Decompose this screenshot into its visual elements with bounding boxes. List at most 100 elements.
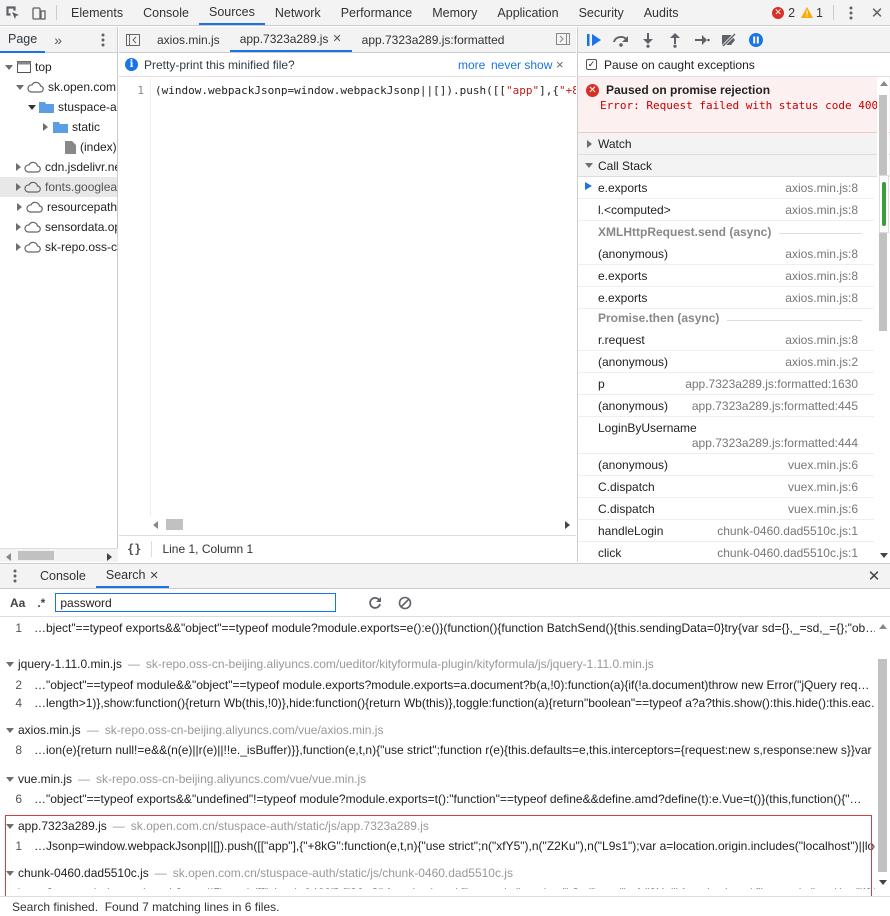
- infobar-never-show-link[interactable]: never show: [491, 58, 552, 72]
- pause-on-caught-checkbox[interactable]: ✓ Pause on caught exceptions: [578, 53, 890, 77]
- call-frame[interactable]: click chunk-0460.dad5510c.js:1: [578, 542, 874, 564]
- call-frame[interactable]: handleLogin chunk-0460.dad5510c.js:1: [578, 520, 874, 542]
- result-line[interactable]: 4 …length>1)},show:function(){return Wb(t…: [0, 693, 875, 712]
- chevron-right-icon[interactable]: [16, 162, 21, 172]
- watch-section-header[interactable]: Watch: [578, 133, 890, 155]
- tab-search[interactable]: Search ✕: [95, 564, 169, 588]
- chevron-right-icon[interactable]: [16, 202, 23, 212]
- deactivate-breakpoints-icon[interactable]: [719, 30, 739, 50]
- call-frame[interactable]: p app.7323a289.js:formatted:1630: [578, 373, 874, 395]
- tab-page[interactable]: Page: [0, 27, 46, 53]
- navigator-menu-icon[interactable]: [101, 33, 105, 47]
- debugger-vertical-scrollbar[interactable]: [877, 77, 889, 562]
- search-input[interactable]: [55, 593, 337, 612]
- infobar-more-link[interactable]: more: [458, 58, 485, 72]
- chevron-right-icon[interactable]: [16, 242, 21, 252]
- navigator-horizontal-scrollbar[interactable]: [0, 548, 118, 562]
- editor-horizontal-scrollbar[interactable]: [149, 517, 576, 533]
- step-over-icon[interactable]: [611, 30, 631, 50]
- close-tab-icon[interactable]: ✕: [149, 569, 158, 582]
- result-line[interactable]: 6 …"object"==typeof exports&&"undefined"!…: [0, 789, 875, 808]
- inspect-element-icon[interactable]: [0, 0, 26, 25]
- results-vertical-scrollbar[interactable]: [876, 618, 889, 889]
- checkbox-icon[interactable]: ✓: [586, 59, 597, 70]
- result-file-header[interactable]: vue.min.js — sk-repo.oss-cn-beijing.aliyun…: [0, 770, 875, 788]
- frame-location[interactable]: chunk-0460.dad5510c.js:1: [717, 524, 874, 538]
- frame-location[interactable]: axios.min.js:8: [785, 247, 874, 261]
- close-drawer-icon[interactable]: ✕: [858, 564, 890, 588]
- toggle-navigator-icon[interactable]: [119, 27, 147, 52]
- call-frame[interactable]: (anonymous) vuex.min.js:6: [578, 454, 874, 476]
- editor-tab[interactable]: app.7323a289.js:formatted: [352, 27, 515, 52]
- clear-icon[interactable]: [398, 596, 412, 610]
- chevron-right-icon[interactable]: [40, 122, 50, 132]
- tree-item[interactable]: (index): [0, 137, 117, 157]
- tree-item[interactable]: resourcepath: [0, 197, 117, 217]
- drawer-menu-icon[interactable]: [0, 564, 30, 588]
- call-frame[interactable]: l.<computed> axios.min.js:8: [578, 199, 874, 221]
- more-tabs-icon[interactable]: »: [54, 32, 62, 48]
- tree-item[interactable]: cdn.jsdelivr.net: [0, 157, 117, 177]
- step-out-icon[interactable]: [665, 30, 685, 50]
- result-line[interactable]: 8 …ion(e){return null!=e&&(n(e)||r(e)||!!…: [0, 740, 875, 759]
- call-frame[interactable]: C.dispatch vuex.min.js:6: [578, 498, 874, 520]
- pretty-print-button[interactable]: {}: [127, 542, 141, 556]
- tab-network[interactable]: Network: [265, 0, 331, 25]
- close-devtools-icon[interactable]: ✕: [864, 0, 890, 25]
- resume-icon[interactable]: [584, 30, 604, 50]
- frame-location[interactable]: axios.min.js:8: [785, 181, 874, 195]
- tab-console[interactable]: Console: [133, 0, 199, 25]
- call-frame[interactable]: r.request axios.min.js:8: [578, 329, 874, 351]
- call-frame[interactable]: e.exports axios.min.js:8: [578, 287, 874, 309]
- tree-item[interactable]: stuspace-auth: [0, 97, 117, 117]
- call-frame[interactable]: LoginByUsername app.7323a289.js:formatted…: [578, 417, 874, 454]
- frame-location[interactable]: chunk-0460.dad5510c.js:1: [717, 546, 874, 560]
- call-frame[interactable]: (anonymous) axios.min.js:2: [578, 351, 874, 373]
- regex-toggle[interactable]: .*: [37, 596, 45, 610]
- tree-item[interactable]: sk-repo.oss-cn-beijing: [0, 237, 117, 257]
- step-icon[interactable]: [692, 30, 712, 50]
- call-frame[interactable]: e.exports axios.min.js:8: [578, 265, 874, 287]
- tree-item[interactable]: sk.open.com.cn: [0, 77, 117, 97]
- frame-location[interactable]: app.7323a289.js:formatted:1630: [685, 377, 874, 391]
- frame-location[interactable]: vuex.min.js:6: [788, 502, 874, 516]
- frame-location[interactable]: app.7323a289.js:formatted:445: [692, 399, 874, 413]
- frame-location[interactable]: app.7323a289.js:formatted:444: [692, 436, 874, 450]
- editor-tab[interactable]: app.7323a289.js ✕: [229, 27, 352, 52]
- result-line[interactable]: 2 …"object"==typeof module&&"object"==typ…: [0, 675, 875, 694]
- call-frame[interactable]: (anonymous) app.7323a289.js:formatted:445: [578, 395, 874, 417]
- frame-location[interactable]: vuex.min.js:6: [788, 480, 874, 494]
- infobar-close-icon[interactable]: ×: [556, 57, 564, 72]
- tab-application[interactable]: Application: [487, 0, 568, 25]
- chevron-down-icon[interactable]: [28, 102, 36, 112]
- frame-location[interactable]: axios.min.js:8: [785, 333, 874, 347]
- frame-location[interactable]: axios.min.js:2: [785, 355, 874, 369]
- customize-menu-icon[interactable]: [838, 0, 864, 25]
- refresh-icon[interactable]: [368, 596, 382, 610]
- chevron-down-icon[interactable]: [4, 62, 14, 72]
- close-tab-icon[interactable]: ✕: [332, 32, 341, 45]
- call-frame[interactable]: (anonymous) axios.min.js:8: [578, 243, 874, 265]
- device-toolbar-icon[interactable]: [26, 0, 52, 25]
- tab-security[interactable]: Security: [569, 0, 634, 25]
- frame-location[interactable]: axios.min.js:8: [785, 291, 874, 305]
- tab-performance[interactable]: Performance: [331, 0, 423, 25]
- match-case-toggle[interactable]: Aa: [10, 596, 25, 610]
- code-area[interactable]: 1 (window.webpackJsonp=window.webpackJso…: [119, 78, 576, 516]
- debugger-minimap-scrollbar[interactable]: [879, 175, 889, 233]
- tree-item[interactable]: fonts.googleapis.com: [0, 177, 117, 197]
- chevron-down-icon[interactable]: [5, 774, 15, 784]
- call-frame[interactable]: C.dispatch vuex.min.js:6: [578, 476, 874, 498]
- call-frame[interactable]: e.exports axios.min.js:8: [578, 177, 874, 199]
- frame-location[interactable]: axios.min.js:8: [785, 269, 874, 283]
- chevron-right-icon[interactable]: [16, 222, 21, 232]
- result-line[interactable]: 1 …bject"==typeof exports&&"object"==type…: [0, 618, 875, 637]
- callstack-section-header[interactable]: Call Stack: [578, 155, 890, 177]
- tree-item[interactable]: static: [0, 117, 117, 137]
- chevron-right-icon[interactable]: [16, 182, 21, 192]
- frame-location[interactable]: vuex.min.js:6: [788, 458, 874, 472]
- chevron-down-icon[interactable]: [5, 659, 15, 669]
- pause-on-exceptions-icon[interactable]: [746, 30, 766, 50]
- editor-tab[interactable]: axios.min.js: [147, 27, 230, 52]
- chevron-down-icon[interactable]: [5, 725, 15, 735]
